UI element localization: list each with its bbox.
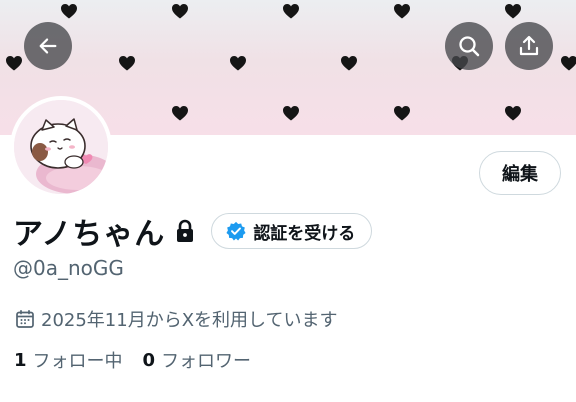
followers-count: 0	[142, 349, 156, 371]
heart-decoration	[230, 56, 246, 71]
joined-date: 2025年11月からXを利用しています	[15, 306, 338, 332]
heart-decoration	[283, 4, 299, 19]
heart-decoration	[561, 56, 576, 71]
heart-decoration	[505, 4, 521, 19]
heart-decoration	[283, 106, 299, 121]
heart-decoration	[6, 56, 22, 71]
get-verified-label: 認証を受ける	[253, 223, 356, 244]
following-label: フォロー中	[32, 351, 123, 372]
arrow-left-icon	[39, 38, 57, 54]
back-button[interactable]	[24, 22, 72, 70]
share-button[interactable]	[505, 22, 553, 70]
heart-decoration	[505, 106, 521, 121]
heart-decoration	[394, 4, 410, 19]
get-verified-button[interactable]: 認証を受ける	[211, 213, 373, 249]
avatar[interactable]	[10, 96, 112, 198]
username-handle: @0a_noGG	[13, 256, 124, 280]
followers-label: フォロワー	[161, 351, 252, 372]
calendar-icon	[16, 309, 34, 328]
heart-decoration	[119, 56, 135, 71]
search-icon	[459, 36, 480, 57]
edit-profile-button[interactable]: 編集	[479, 151, 561, 195]
followers-link[interactable]: 0 フォロワー	[143, 347, 252, 373]
follow-stats: 1 フォロー中 0 フォロワー	[14, 347, 251, 373]
avatar-image	[14, 100, 108, 194]
heart-decoration	[172, 106, 188, 121]
profile-name-row: アノちゃん 認証を受ける	[13, 210, 373, 252]
following-link[interactable]: 1 フォロー中	[14, 347, 123, 373]
heart-decoration	[341, 56, 357, 71]
verified-badge-icon	[226, 221, 246, 241]
lock-icon	[175, 219, 195, 243]
joined-text: 2025年11月からXを利用しています	[41, 310, 338, 331]
share-icon	[519, 35, 539, 56]
display-name: アノちゃん	[13, 217, 166, 252]
heart-decoration	[61, 4, 77, 19]
heart-decoration	[394, 106, 410, 121]
following-count: 1	[14, 349, 27, 371]
heart-decoration	[172, 4, 188, 19]
search-button[interactable]	[445, 22, 493, 70]
